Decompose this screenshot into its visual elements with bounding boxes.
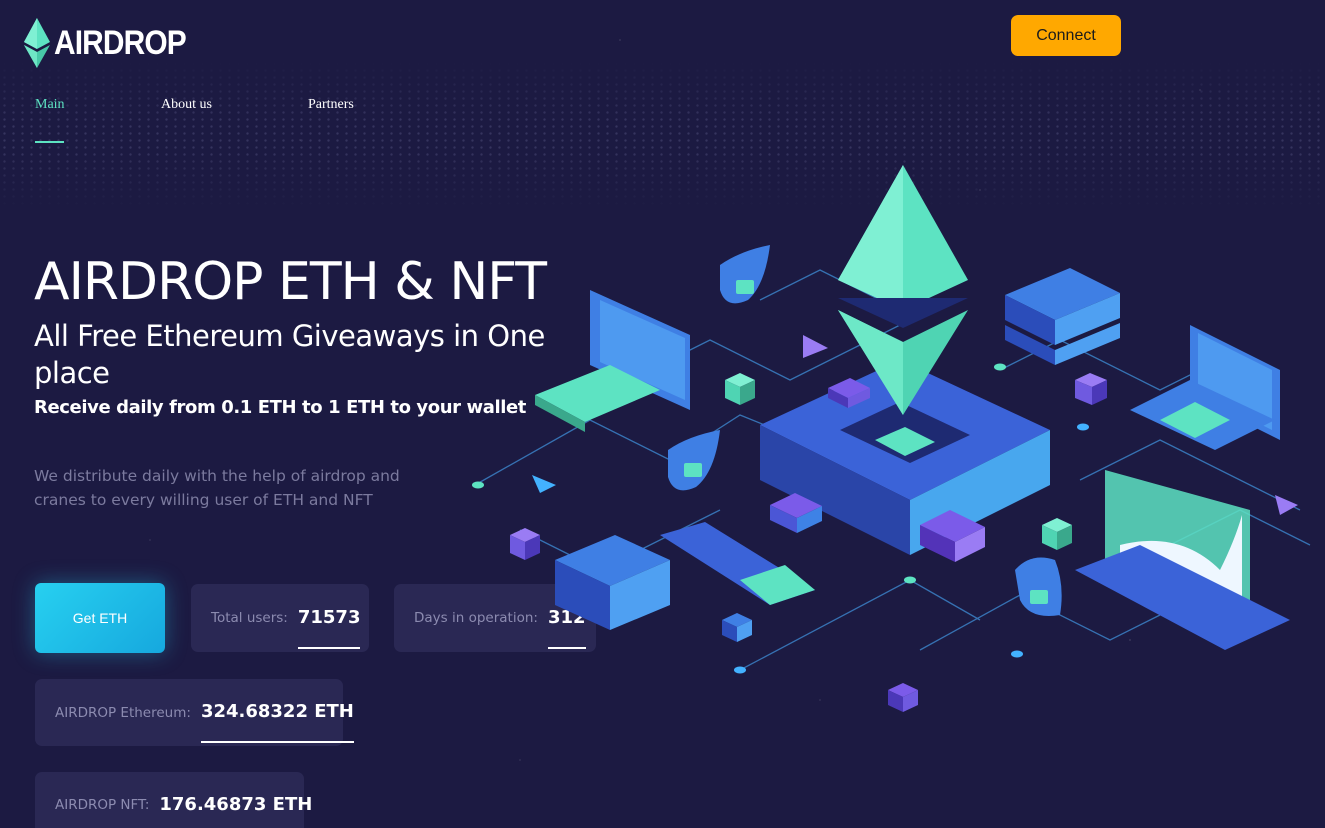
stat-label: AIRDROP Ethereum:: [55, 704, 191, 721]
stat-value: 324.68322 ETH: [200, 701, 354, 743]
stat-value: 71573: [297, 606, 361, 649]
stat-label: Total users:: [211, 610, 288, 626]
brand-logo[interactable]: AIRDROP: [24, 18, 204, 68]
hero-description: We distribute daily with the help of air…: [34, 467, 400, 509]
nav-item-partners[interactable]: Partners: [308, 97, 354, 113]
ethereum-network-illustration: [472, 165, 1311, 712]
nav-active-indicator: [35, 141, 64, 143]
hero-tagline: Receive daily from 0.1 ETH to 1 ETH to y…: [34, 397, 527, 418]
stat-value: 176.46873 ETH: [159, 793, 313, 815]
stat-total-users: Total users: 71573: [191, 584, 369, 652]
stat-airdrop-ethereum: AIRDROP Ethereum: 324.68322 ETH: [35, 679, 354, 746]
get-eth-button[interactable]: Get ETH: [35, 583, 165, 653]
brand-name: AIRDROP: [54, 23, 187, 62]
stat-airdrop-nft: AIRDROP NFT: 176.46873 ETH: [35, 772, 312, 828]
ethereum-logo-icon: [24, 18, 50, 68]
nav-item-main[interactable]: Main: [35, 97, 65, 113]
nav-item-about-us[interactable]: About us: [161, 97, 212, 113]
connect-wallet-button[interactable]: Connect: [1011, 15, 1121, 56]
stat-label: AIRDROP NFT:: [55, 797, 150, 813]
